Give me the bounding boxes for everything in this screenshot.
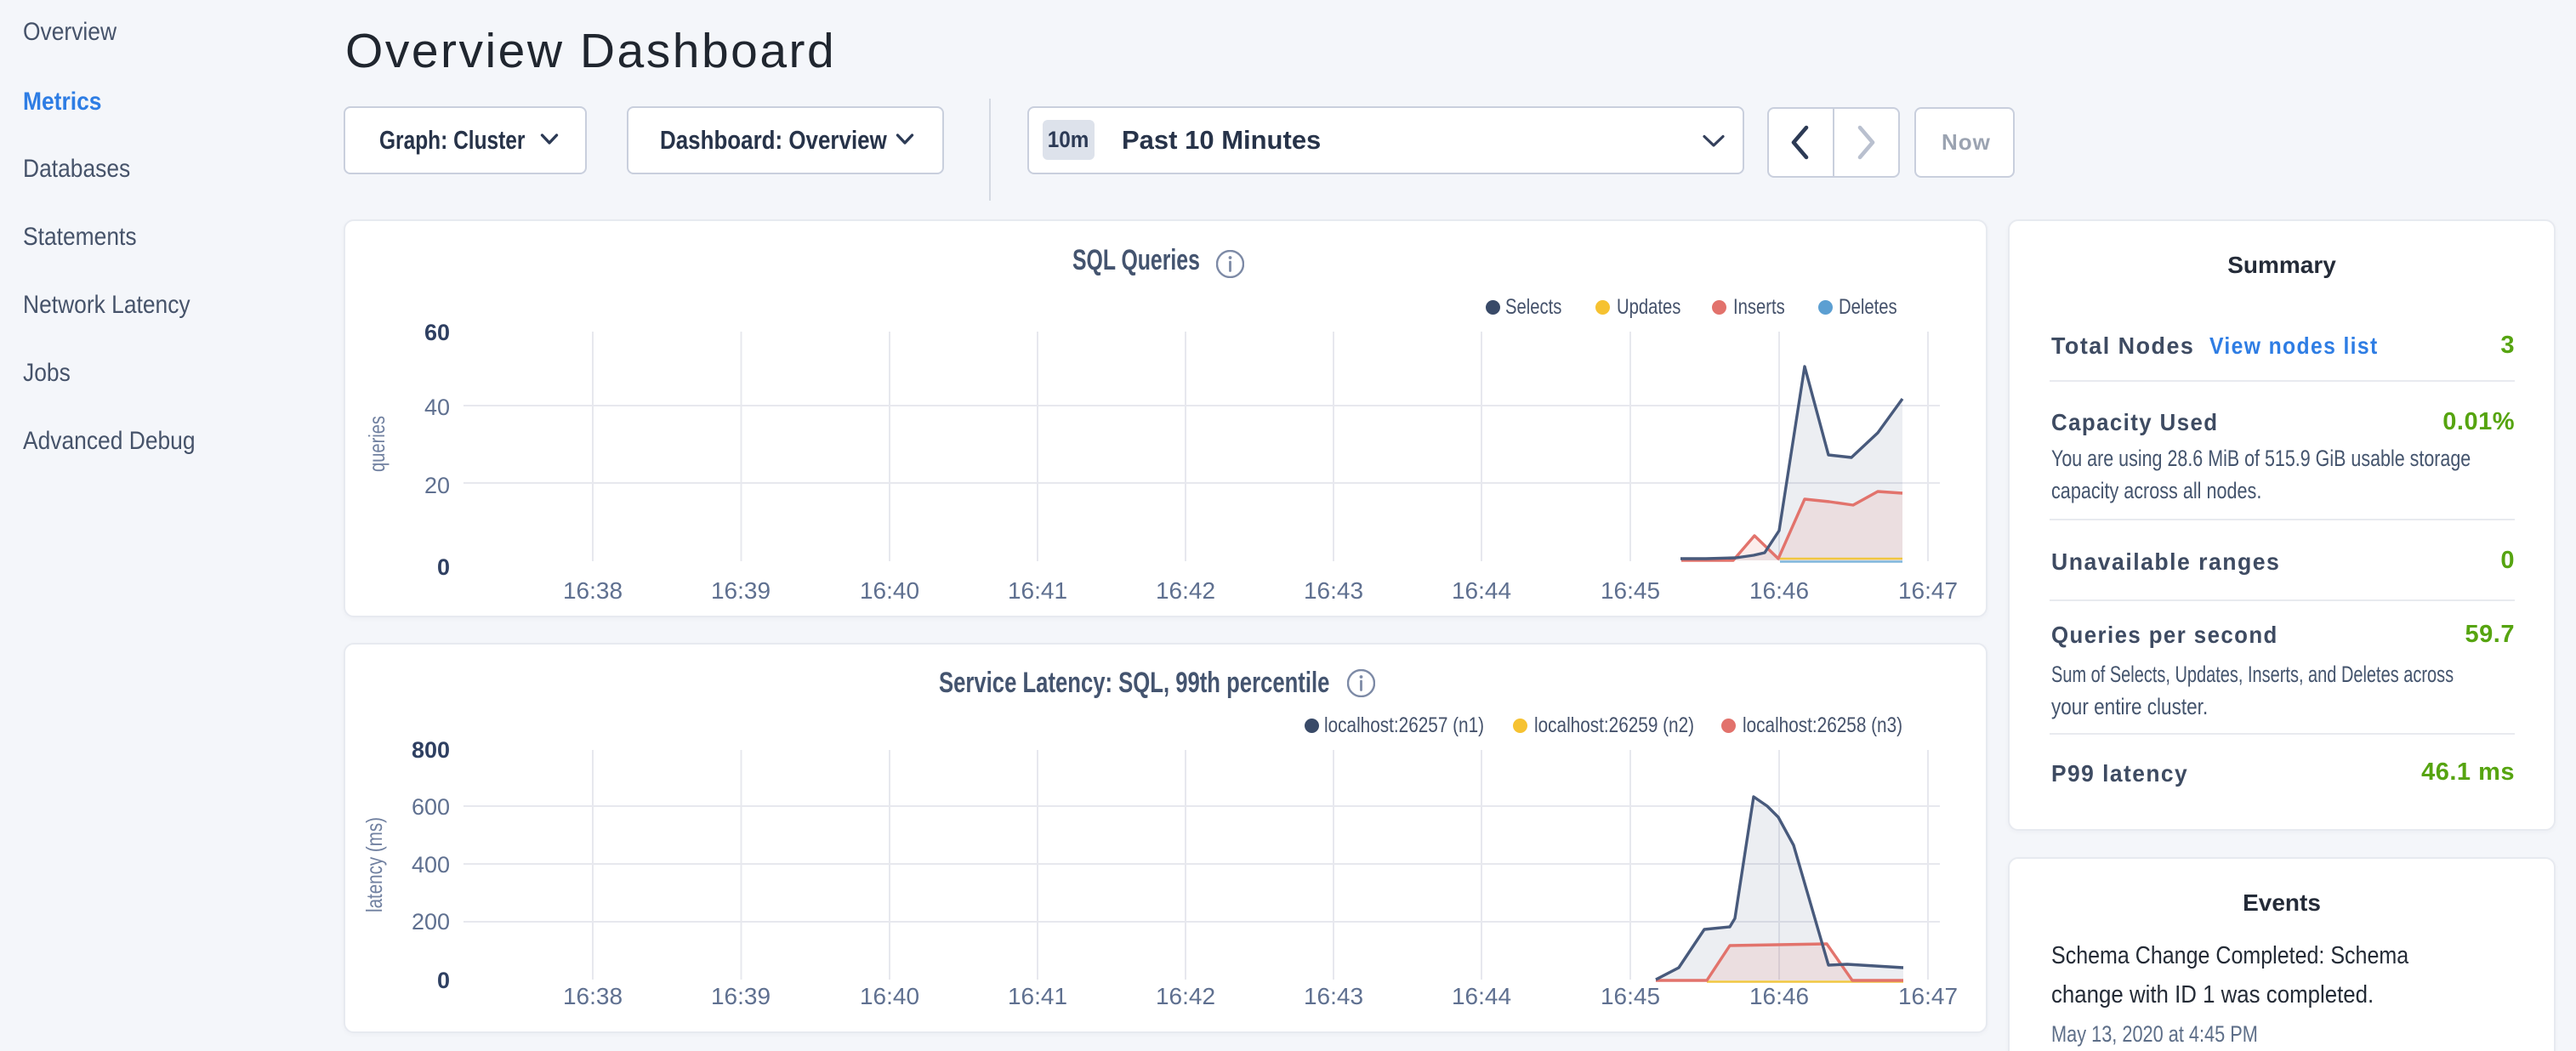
svg-text:16:42: 16:42 [1156, 983, 1215, 1009]
svg-text:16:40: 16:40 [860, 983, 919, 1009]
svg-text:0: 0 [437, 554, 450, 580]
svg-text:16:42: 16:42 [1156, 577, 1215, 604]
svg-text:0: 0 [437, 968, 450, 993]
svg-text:20: 20 [424, 473, 450, 498]
svg-text:200: 200 [412, 909, 450, 935]
svg-text:16:44: 16:44 [1452, 577, 1511, 604]
svg-text:16:39: 16:39 [711, 983, 771, 1009]
svg-text:16:45: 16:45 [1601, 983, 1660, 1009]
svg-text:600: 600 [412, 794, 450, 820]
svg-text:16:47: 16:47 [1898, 983, 1958, 1009]
svg-text:16:40: 16:40 [860, 577, 919, 604]
svg-text:16:41: 16:41 [1008, 983, 1067, 1009]
svg-text:16:38: 16:38 [563, 577, 623, 604]
svg-text:16:43: 16:43 [1304, 577, 1363, 604]
svg-text:latency (ms): latency (ms) [361, 817, 387, 912]
svg-text:16:47: 16:47 [1898, 577, 1958, 604]
svg-text:queries: queries [364, 416, 390, 472]
svg-text:16:46: 16:46 [1749, 983, 1809, 1009]
svg-text:16:46: 16:46 [1749, 577, 1809, 604]
svg-text:16:44: 16:44 [1452, 983, 1511, 1009]
svg-text:16:43: 16:43 [1304, 983, 1363, 1009]
svg-text:800: 800 [412, 737, 450, 763]
svg-text:16:38: 16:38 [563, 983, 623, 1009]
svg-text:16:39: 16:39 [711, 577, 771, 604]
svg-text:60: 60 [424, 320, 450, 345]
svg-text:400: 400 [412, 852, 450, 878]
svg-text:40: 40 [424, 395, 450, 420]
svg-text:16:45: 16:45 [1601, 577, 1660, 604]
svg-text:16:41: 16:41 [1008, 577, 1067, 604]
